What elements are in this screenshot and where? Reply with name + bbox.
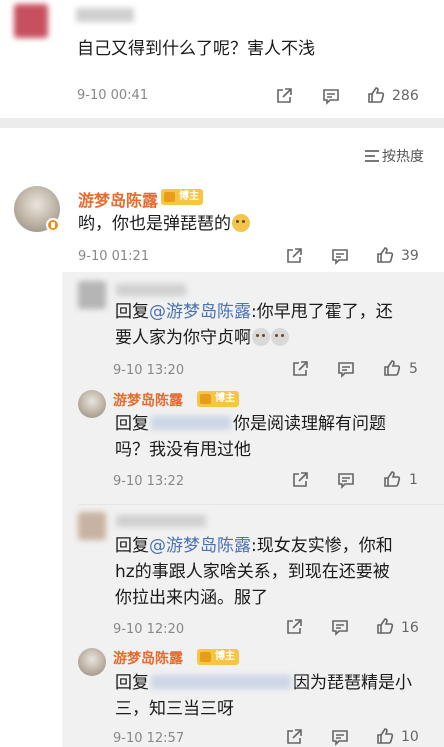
avatar[interactable] (78, 512, 106, 540)
like-icon[interactable] (367, 86, 385, 104)
share-icon[interactable] (285, 728, 303, 746)
share-icon[interactable] (285, 618, 303, 636)
like-icon[interactable] (376, 617, 394, 635)
like-count: 16 (401, 620, 419, 636)
comment-text: 自己又得到什么了呢？害人不浅 (77, 39, 315, 59)
share-icon[interactable] (291, 471, 309, 489)
avatar[interactable] (78, 281, 106, 309)
like-count: 1 (409, 472, 418, 488)
username-redacted[interactable] (76, 8, 134, 22)
like-count: 286 (392, 88, 419, 104)
like-count: 39 (401, 248, 419, 264)
reply-prefix: 回复 (115, 536, 149, 556)
like-icon[interactable] (376, 727, 394, 745)
share-icon[interactable] (275, 87, 293, 105)
reply-text-line1: :现女友实惨，你和 (251, 536, 393, 556)
mention-link[interactable]: @游梦岛陈露 (149, 536, 251, 556)
reply-text-line2: 要人家为你守贞啊 (115, 328, 251, 348)
reply-prefix: 回复 (115, 673, 149, 693)
timestamp: 9-10 13:20 (113, 363, 185, 378)
reply-text: 回复@游梦岛陈露:你早甩了霍了，还 要人家为你守贞啊 (115, 299, 415, 351)
avatar[interactable] (14, 4, 48, 38)
blogger-badge: 博主 (197, 649, 239, 665)
verified-icon (46, 218, 60, 232)
reply-text-line2: 吗？我没有甩过他 (115, 440, 251, 460)
timestamp: 9-10 12:57 (113, 731, 185, 746)
share-icon[interactable] (291, 360, 309, 378)
section-divider (0, 118, 444, 128)
avatar[interactable] (78, 648, 106, 676)
reply-text-line1: 因为琵琶精是小 (293, 673, 412, 693)
reply-text: 回复 你是阅读理解有问题 吗？我没有甩过他 (115, 411, 415, 463)
like-icon[interactable] (376, 246, 394, 264)
username[interactable]: 游梦岛陈露 (113, 648, 183, 668)
timestamp: 9-10 13:22 (113, 474, 185, 489)
reply-text-line1: :你早甩了霍了，还 (251, 302, 393, 322)
reply-text-line1: 你是阅读理解有问题 (233, 414, 386, 434)
emoji-icon (232, 214, 250, 232)
reply-text: 回复@游梦岛陈露:现女友实惨，你和 hz的事跟人家啥关系，到现在还要被 你拉出来… (115, 533, 425, 611)
mention-link[interactable]: @游梦岛陈露 (149, 302, 251, 322)
reply-prefix: 回复 (115, 302, 149, 322)
sort-icon (365, 150, 379, 162)
reply-text-line2: 三，知三当三呀 (115, 699, 234, 719)
like-icon[interactable] (383, 470, 401, 488)
username[interactable]: 游梦岛陈露 (113, 390, 183, 410)
timestamp: 9-10 01:21 (78, 249, 150, 264)
reply-prefix: 回复 (115, 414, 149, 434)
mention-redacted[interactable] (151, 416, 231, 430)
comment-text-content: 哟，你也是弹琵琶的 (78, 214, 231, 234)
reply-separator (78, 504, 444, 505)
username-redacted[interactable] (116, 515, 206, 527)
timestamp: 9-10 00:41 (77, 88, 149, 103)
reply-text-line3: 你拉出来内涵。服了 (115, 588, 268, 608)
timestamp: 9-10 12:20 (113, 622, 185, 637)
emoji-icon (271, 328, 289, 346)
blogger-badge: 博主 (197, 391, 239, 407)
comment-icon[interactable] (322, 87, 340, 105)
sort-by-heat-button[interactable]: 按热度 (365, 146, 424, 166)
comment-text: 哟，你也是弹琵琶的 (78, 211, 250, 237)
comment-icon[interactable] (331, 728, 349, 746)
blogger-badge: 博主 (161, 189, 203, 205)
username[interactable]: 游梦岛陈露 (78, 187, 158, 211)
avatar[interactable] (78, 390, 106, 418)
username-redacted[interactable] (116, 284, 186, 296)
reply-text: 回复 因为琵琶精是小 三，知三当三呀 (115, 670, 425, 722)
mention-redacted[interactable] (151, 675, 291, 689)
reply-text-line2: hz的事跟人家啥关系，到现在还要被 (115, 562, 390, 582)
comment-icon[interactable] (337, 471, 355, 489)
comment-icon[interactable] (331, 247, 349, 265)
like-count: 5 (409, 361, 418, 377)
sort-label: 按热度 (382, 149, 424, 165)
like-icon[interactable] (383, 359, 401, 377)
comment-icon[interactable] (337, 360, 355, 378)
like-count: 10 (401, 729, 419, 745)
comment-icon[interactable] (331, 618, 349, 636)
emoji-icon (252, 328, 270, 346)
share-icon[interactable] (285, 247, 303, 265)
